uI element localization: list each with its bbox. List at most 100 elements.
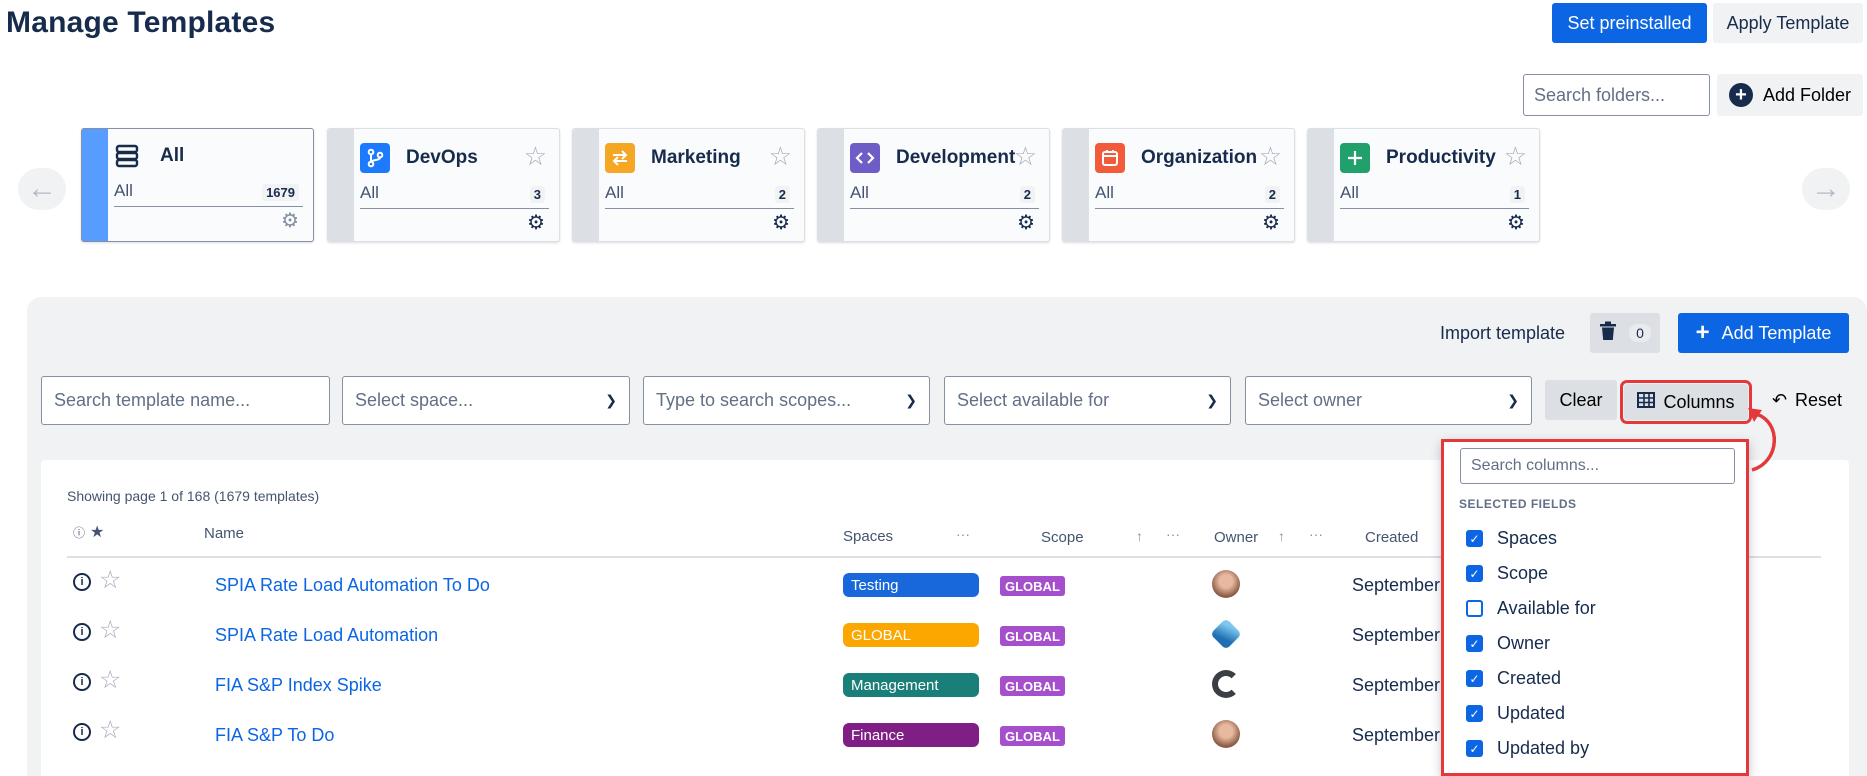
gear-icon[interactable]: ⚙ [1507, 213, 1525, 233]
folders-prev-arrow-icon[interactable]: ← [18, 168, 66, 210]
created-date: September [1352, 625, 1441, 645]
star-icon[interactable]: ☆ [99, 618, 121, 643]
column-option-updated[interactable]: ✓ Updated [1466, 703, 1565, 724]
star-icon[interactable]: ☆ [1014, 143, 1037, 169]
folder-name: Organization [1141, 147, 1258, 168]
gear-icon[interactable]: ⚙ [772, 213, 790, 233]
gear-icon[interactable]: ⚙ [1017, 213, 1035, 233]
avatar [1212, 570, 1240, 598]
star-icon[interactable]: ☆ [99, 718, 121, 743]
template-name-link[interactable]: SPIA Rate Load Automation To Do [215, 575, 490, 596]
column-option-created[interactable]: ✓ Created [1466, 668, 1561, 689]
import-template-link[interactable]: Import template [1440, 323, 1565, 344]
folder-stripe [1063, 129, 1089, 241]
folder-count-badge: 2 [774, 186, 790, 203]
column-option-owner[interactable]: ✓ Owner [1466, 633, 1550, 654]
checkbox-checked-icon[interactable]: ✓ [1466, 670, 1483, 687]
star-icon[interactable]: ☆ [1504, 143, 1527, 169]
folder-divider [360, 208, 549, 209]
swap-arrows-icon [605, 143, 635, 173]
owner-select[interactable]: Select owner ❯ [1245, 376, 1532, 425]
sort-arrow-icon[interactable]: ↑ [1278, 528, 1285, 544]
column-option-scope[interactable]: ✓ Scope [1466, 563, 1548, 584]
folder-card-organization[interactable]: Organization ☆ All 2 ⚙ [1062, 128, 1295, 242]
scope-select[interactable]: Type to search scopes... ❯ [643, 376, 930, 425]
trash-button[interactable]: 0 [1590, 313, 1660, 353]
folder-card-devops[interactable]: DevOps ☆ All 3 ⚙ [327, 128, 560, 242]
scope-badge: GLOBAL [1000, 676, 1065, 696]
stack-icon [112, 141, 142, 171]
folder-divider [114, 206, 303, 207]
folder-all-label: All [1095, 183, 1114, 202]
folders-next-arrow-icon[interactable]: → [1802, 168, 1850, 210]
add-template-button[interactable]: + Add Template [1678, 313, 1849, 353]
star-icon[interactable]: ☆ [524, 143, 547, 169]
template-name-link[interactable]: FIA S&P To Do [215, 725, 334, 746]
filter-placeholder: Select space... [355, 390, 474, 410]
checkbox-checked-icon[interactable]: ✓ [1466, 635, 1483, 652]
column-option-updated-by[interactable]: ✓ Updated by [1466, 738, 1589, 759]
checkbox-unchecked-icon[interactable] [1466, 600, 1483, 617]
space-select[interactable]: Select space... ❯ [342, 376, 630, 425]
folder-stripe [573, 129, 599, 241]
column-option-available-for[interactable]: Available for [1466, 598, 1596, 619]
calendar-icon [1095, 143, 1125, 173]
folder-card-development[interactable]: Development ☆ All 2 ⚙ [817, 128, 1050, 242]
gear-icon[interactable]: ⚙ [1262, 213, 1280, 233]
folder-all-label: All [1340, 183, 1359, 202]
folder-count-badge: 1 [1509, 186, 1525, 203]
gear-icon[interactable]: ⚙ [527, 213, 545, 233]
chevron-down-icon: ❯ [605, 392, 617, 408]
sort-arrow-icon[interactable]: ↑ [1136, 528, 1143, 544]
folder-stripe [818, 129, 844, 241]
apply-template-button[interactable]: Apply Template [1713, 3, 1863, 43]
star-icon[interactable]: ☆ [769, 143, 792, 169]
column-header-created[interactable]: Created [1365, 529, 1418, 546]
column-menu-icon[interactable]: ··· [956, 526, 970, 542]
info-icon[interactable]: i [73, 623, 91, 641]
folder-count-badge: 2 [1019, 186, 1035, 203]
trash-count-badge: 0 [1629, 324, 1651, 342]
column-header-name[interactable]: Name [204, 525, 244, 542]
info-icon[interactable]: i [73, 573, 91, 591]
checkbox-checked-icon[interactable]: ✓ [1466, 530, 1483, 547]
clear-button[interactable]: Clear [1545, 380, 1617, 420]
column-option-label: Spaces [1497, 528, 1558, 548]
filter-placeholder: Select available for [957, 390, 1110, 410]
info-icon[interactable]: i [73, 673, 91, 691]
available-for-select[interactable]: Select available for ❯ [944, 376, 1231, 425]
column-header-spaces[interactable]: Spaces [843, 528, 893, 545]
folder-card-productivity[interactable]: Productivity ☆ All 1 ⚙ [1307, 128, 1540, 242]
template-name-link[interactable]: SPIA Rate Load Automation [215, 625, 438, 646]
star-icon[interactable]: ☆ [99, 668, 121, 693]
column-header-scope[interactable]: Scope [1041, 529, 1084, 546]
columns-label: Columns [1663, 391, 1735, 412]
column-header-owner[interactable]: Owner [1214, 529, 1258, 546]
scope-badge: GLOBAL [1000, 726, 1065, 746]
search-folders-input[interactable] [1523, 74, 1710, 116]
column-menu-icon[interactable]: ··· [1166, 526, 1180, 542]
template-name-search-input[interactable]: Search template name... [41, 376, 330, 425]
column-menu-icon[interactable]: ··· [1309, 526, 1323, 542]
star-icon[interactable]: ☆ [1259, 143, 1282, 169]
column-option-label: Created [1497, 668, 1562, 688]
pagination-summary: Showing page 1 of 168 (1679 templates) [67, 488, 320, 504]
checkbox-checked-icon[interactable]: ✓ [1466, 565, 1483, 582]
star-icon[interactable]: ☆ [99, 568, 121, 593]
add-folder-button[interactable]: + Add Folder [1717, 74, 1863, 116]
checkbox-checked-icon[interactable]: ✓ [1466, 705, 1483, 722]
column-option-spaces[interactable]: ✓ Spaces [1466, 528, 1557, 549]
folder-all-label: All [605, 183, 624, 202]
folder-name: DevOps [406, 147, 478, 168]
checkbox-checked-icon[interactable]: ✓ [1466, 740, 1483, 757]
set-preinstalled-button[interactable]: Set preinstalled [1552, 3, 1707, 43]
columns-button[interactable]: Columns [1620, 380, 1752, 424]
folder-stripe [82, 129, 108, 241]
folder-card-all[interactable]: All All 1679 ⚙ [81, 128, 314, 242]
template-name-link[interactable]: FIA S&P Index Spike [215, 675, 382, 696]
search-columns-input[interactable] [1460, 448, 1735, 484]
folder-card-marketing[interactable]: Marketing ☆ All 2 ⚙ [572, 128, 805, 242]
plus-icon [1340, 143, 1370, 173]
info-icon[interactable]: i [73, 723, 91, 741]
gear-icon[interactable]: ⚙ [281, 211, 299, 231]
